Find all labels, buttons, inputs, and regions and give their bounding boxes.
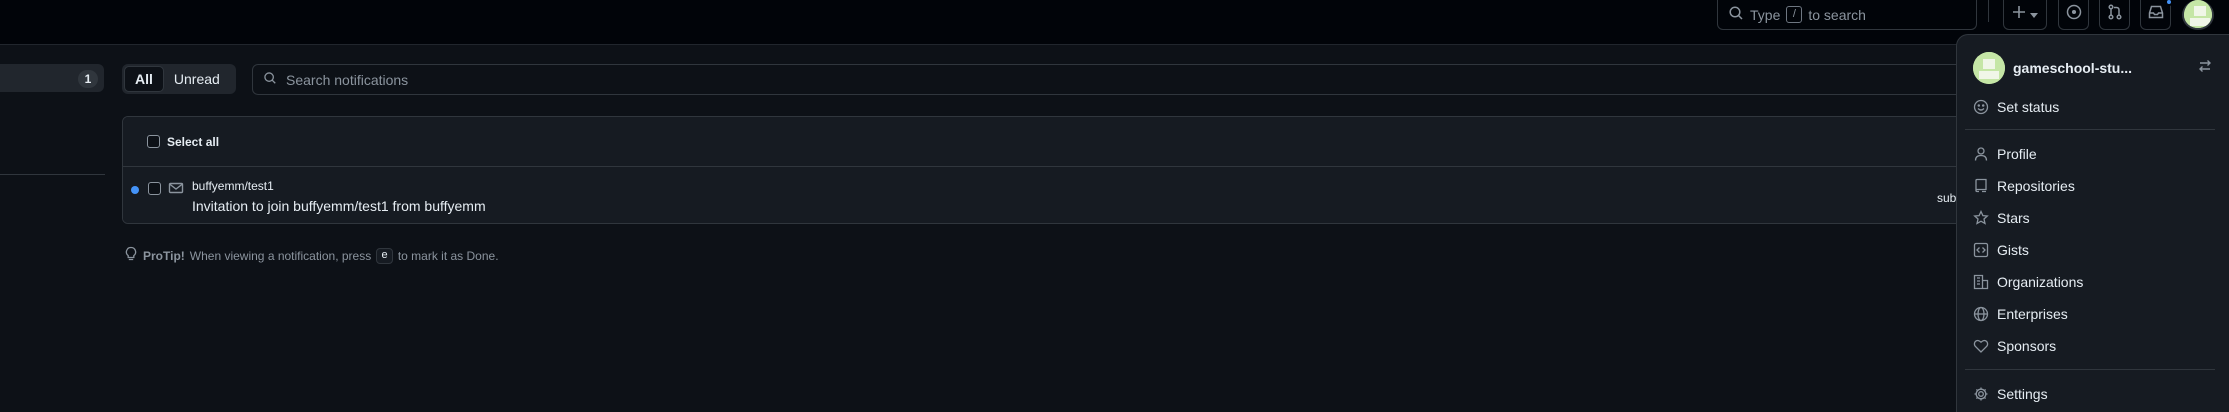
menu-item-organizations[interactable]: Organizations (1973, 270, 2213, 294)
smiley-icon (1973, 99, 1989, 115)
avatar (1973, 52, 2005, 84)
mail-icon (168, 180, 184, 201)
menu-item-profile[interactable]: Profile (1973, 142, 2213, 166)
search-prefix: Type (1750, 6, 1781, 23)
menu-item-settings[interactable]: Settings (1973, 382, 2213, 406)
notification-repo[interactable]: buffyemm/test1 (192, 179, 274, 193)
search-icon (1728, 5, 1744, 24)
user-avatar-button[interactable] (2182, 0, 2214, 30)
menu-item-label: Repositories (1997, 178, 2075, 194)
search-icon (263, 71, 277, 88)
tab-all[interactable]: All (124, 66, 164, 92)
menu-item-label: Gists (1997, 242, 2029, 258)
global-search-button[interactable]: Type / to search (1717, 0, 1977, 30)
menu-item-stars[interactable]: Stars (1973, 206, 2213, 230)
code-square-icon (1973, 242, 1989, 258)
light-bulb-icon (124, 246, 138, 265)
header-divider (1988, 0, 1989, 22)
protip-label: ProTip! (143, 248, 185, 263)
gear-icon (1973, 386, 1989, 402)
issues-button[interactable] (2058, 0, 2089, 30)
inbox-icon (2148, 4, 2164, 25)
inbox-count-badge: 1 (78, 70, 98, 88)
account-username: gameschool-stu... (2013, 60, 2133, 76)
notifications-search-field[interactable] (252, 64, 2229, 95)
heart-icon (1973, 338, 1989, 354)
notification-title[interactable]: Invitation to join buffyemm/test1 from b… (192, 198, 486, 214)
menu-item-label: Profile (1997, 146, 2037, 162)
sidebar-divider (0, 174, 105, 175)
search-suffix: to search (1808, 6, 1866, 23)
menu-item-label: Set status (1997, 99, 2060, 115)
notification-filter-tabs: All Unread (122, 64, 236, 94)
notifications-list: Select all buffyemm/test1 Invitation to … (122, 116, 2229, 224)
star-icon (1973, 210, 1989, 226)
menu-item-repositories[interactable]: Repositories (1973, 174, 2213, 198)
list-header: Select all (123, 117, 2228, 167)
top-header: Type / to search (0, 0, 2229, 45)
person-icon (1973, 146, 1989, 162)
menu-item-label: Sponsors (1997, 338, 2057, 354)
issue-opened-icon (2066, 4, 2082, 25)
repo-icon (1973, 178, 1989, 194)
menu-item-label: Organizations (1997, 274, 2084, 290)
search-notifications-input[interactable] (286, 71, 2086, 88)
protip-text-before: When viewing a notification, press (189, 248, 372, 263)
inbox-button[interactable] (2140, 0, 2173, 30)
account-menu: gameschool-stu... Set status Profile Rep… (1956, 34, 2229, 412)
tab-unread[interactable]: Unread (164, 66, 230, 92)
pull-requests-button[interactable] (2099, 0, 2130, 30)
menu-item-set-status[interactable]: Set status (1973, 95, 2213, 119)
switch-account-icon[interactable] (2197, 58, 2213, 79)
protip-text-after: to mark it as Done. (397, 248, 499, 263)
menu-item-enterprises[interactable]: Enterprises (1973, 302, 2213, 326)
protip: ProTip! When viewing a notification, pre… (124, 246, 499, 265)
search-shortcut-key: / (1786, 6, 1803, 23)
menu-item-sponsors[interactable]: Sponsors (1973, 334, 2213, 358)
plus-icon (2012, 5, 2026, 24)
menu-item-gists[interactable]: Gists (1973, 238, 2213, 262)
git-pull-request-icon (2107, 4, 2123, 25)
account-menu-user: gameschool-stu... (1973, 51, 2213, 85)
menu-item-label: Settings (1997, 386, 2048, 402)
globe-icon (1973, 306, 1989, 322)
triangle-down-icon (2030, 6, 2038, 24)
select-all-checkbox[interactable] (147, 135, 160, 148)
menu-divider (1965, 129, 2215, 130)
menu-item-label: Stars (1997, 210, 2030, 226)
notification-row[interactable]: buffyemm/test1 Invitation to join buffye… (123, 167, 2228, 223)
notification-checkbox[interactable] (148, 182, 161, 195)
select-all-label[interactable]: Select all (167, 135, 219, 149)
menu-item-label: Enterprises (1997, 306, 2068, 322)
menu-divider (1965, 369, 2215, 370)
protip-key: e (376, 247, 393, 264)
notification-reason: sub (1937, 191, 1957, 205)
organization-icon (1973, 274, 1989, 290)
unread-dot (131, 186, 139, 194)
create-new-button[interactable] (2003, 0, 2047, 30)
unread-indicator (2165, 0, 2173, 6)
